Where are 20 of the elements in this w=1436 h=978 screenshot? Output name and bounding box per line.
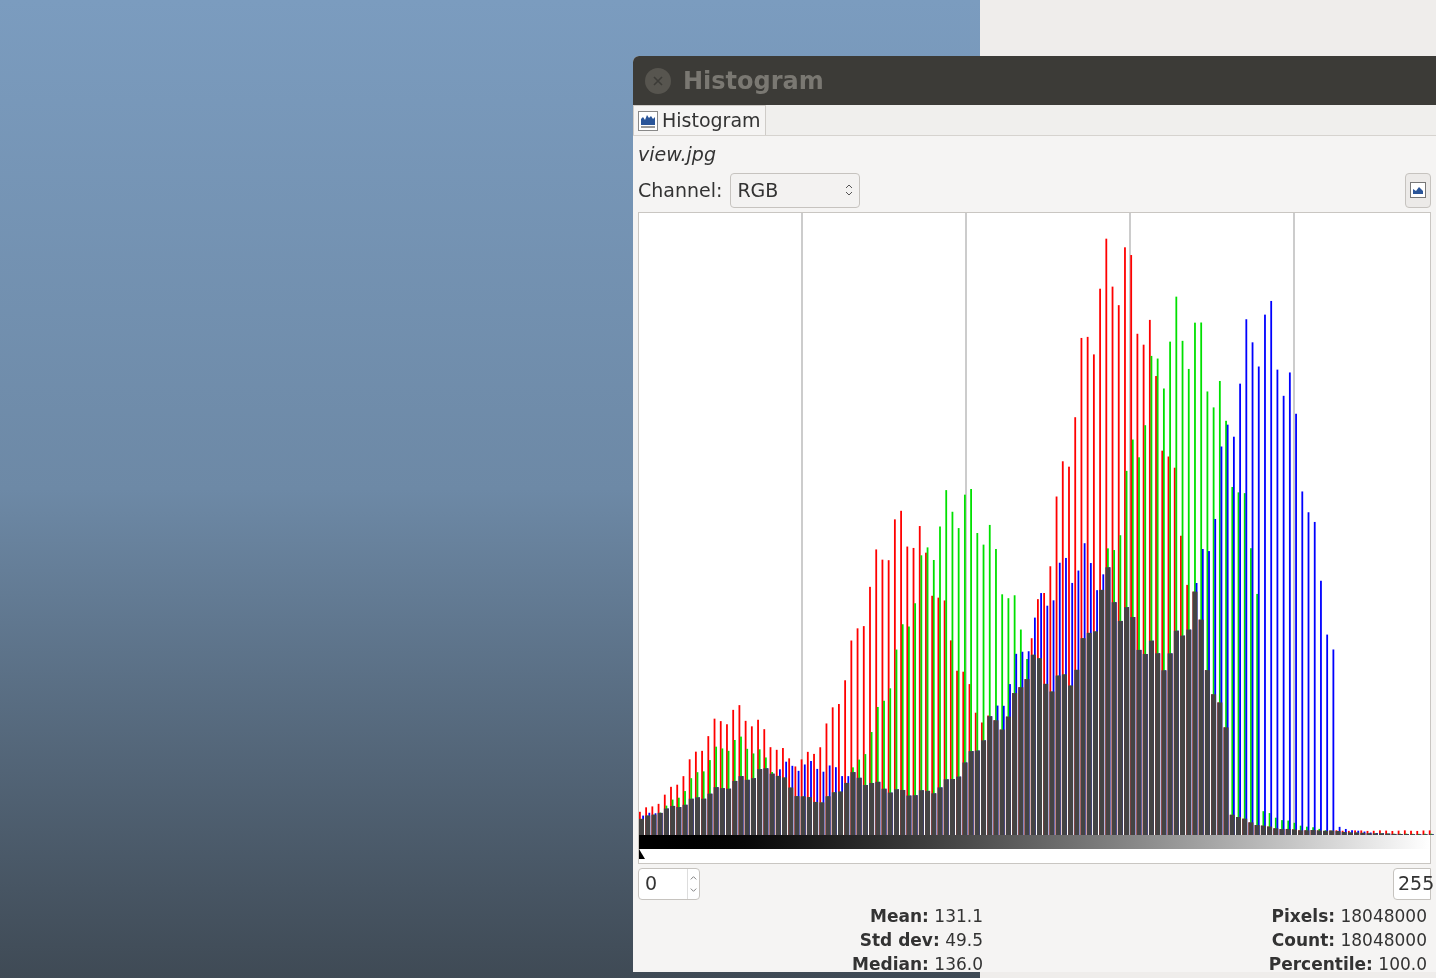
chart-icon <box>1410 182 1426 198</box>
range-handle-icon <box>639 848 645 859</box>
stat-line: Pixels: 18048000 <box>1271 904 1427 928</box>
updown-icon <box>845 183 854 197</box>
window-title: Histogram <box>683 65 824 97</box>
low-spin-field[interactable]: 0 <box>638 867 700 900</box>
stat-line: Mean: 131.1 <box>870 904 983 928</box>
close-icon <box>653 75 663 86</box>
spin-arrows-icon <box>687 868 699 899</box>
stat-line: Count: 18048000 <box>1271 928 1427 952</box>
stat-line: Std dev: 49.5 <box>859 928 983 952</box>
dock-tab[interactable]: Histogram <box>633 105 766 135</box>
channel-label: Channel: <box>638 177 723 203</box>
scale-toggle-button[interactable] <box>1405 172 1431 208</box>
image-name: view.jpg <box>638 142 717 167</box>
stat-line: Median: 136.0 <box>852 952 983 972</box>
high-spin-field[interactable]: 255 <box>1393 867 1431 900</box>
channel-dropdown[interactable]: RGB <box>730 172 861 208</box>
stat-line: Percentile: 100.0 <box>1268 952 1427 972</box>
histogram-icon <box>638 110 658 131</box>
